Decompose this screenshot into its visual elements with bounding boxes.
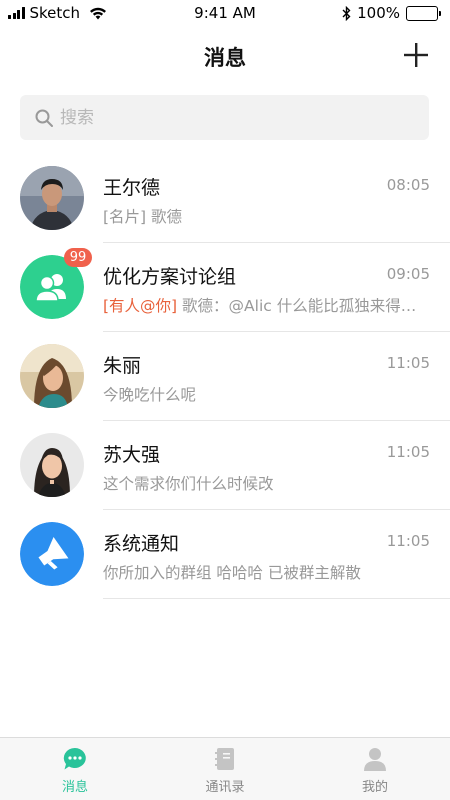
tab-label: 我的: [361, 780, 388, 795]
message-preview: 今晚吃什么呢: [103, 383, 423, 405]
nav-bar: 消息: [0, 30, 450, 82]
battery-percent: 100%: [357, 4, 400, 22]
message-time: 11:05: [386, 443, 430, 461]
message-time: 11:05: [386, 532, 430, 550]
message-preview-text: 今晚吃什么呢: [103, 386, 197, 404]
bluetooth-icon: [342, 5, 351, 21]
message-preview-text: [名片] 歌德: [103, 208, 183, 226]
conversation-row[interactable]: 王尔德 08:05 [名片] 歌德: [0, 154, 450, 243]
status-bar-right: 100%: [342, 4, 441, 22]
unread-badge: 99: [64, 248, 92, 267]
message-preview-text: 歌德：@Alic 什么能比孤独来得更…: [177, 297, 423, 315]
search-input[interactable]: [60, 107, 400, 128]
avatar: [20, 344, 84, 408]
contact-name: 优化方案讨论组: [103, 266, 237, 288]
message-preview: 你所加入的群组 哈哈哈 已被群主解散: [103, 561, 423, 583]
contact-name: 苏大强: [103, 444, 161, 466]
tab-label: 通讯录: [205, 780, 245, 795]
battery-icon: [406, 5, 441, 21]
person-icon: [364, 748, 386, 771]
message-preview: [名片] 歌德: [103, 205, 423, 227]
tab-label: 消息: [61, 780, 88, 795]
message-time: 09:05: [386, 265, 430, 283]
conversation-row[interactable]: 系统通知 11:05 你所加入的群组 哈哈哈 已被群主解散: [0, 510, 450, 599]
chat-bubble-icon: [63, 747, 86, 770]
conversation-list: 王尔德 08:05 [名片] 歌德 99 优化方案讨论组 09:05 [有人@你…: [0, 154, 450, 599]
contact-name: 系统通知: [103, 533, 180, 555]
page-title: 消息: [204, 46, 246, 70]
avatar: [20, 433, 84, 497]
contact-name: 王尔德: [103, 177, 161, 199]
tab-messages[interactable]: 消息: [0, 738, 150, 800]
conversation-row[interactable]: 苏大强 11:05 这个需求你们什么时候改: [0, 421, 450, 510]
search-bar[interactable]: [20, 95, 429, 140]
message-preview: 这个需求你们什么时候改: [103, 472, 423, 494]
tab-profile[interactable]: 我的: [300, 738, 450, 800]
tab-bar: 消息 通讯录 我的: [0, 737, 450, 800]
tab-contacts[interactable]: 通讯录: [150, 738, 300, 800]
message-time: 08:05: [386, 176, 430, 194]
avatar: [20, 522, 84, 586]
contacts-book-icon: [215, 748, 234, 770]
conversation-row[interactable]: 99 优化方案讨论组 09:05 [有人@你] 歌德：@Alic 什么能比孤独来…: [0, 243, 450, 332]
message-preview: [有人@你] 歌德：@Alic 什么能比孤独来得更…: [103, 294, 423, 316]
contact-name: 朱丽: [103, 355, 142, 377]
add-button[interactable]: [402, 41, 430, 69]
message-time: 11:05: [386, 354, 430, 372]
plus-icon: [404, 43, 428, 67]
message-preview-text: 你所加入的群组 哈哈哈 已被群主解散: [103, 564, 361, 582]
message-preview-text: 这个需求你们什么时候改: [103, 475, 274, 493]
avatar: [20, 166, 84, 230]
search-icon: [35, 109, 53, 127]
divider: [103, 598, 450, 599]
mention-tag: [有人@你]: [103, 297, 178, 315]
conversation-row[interactable]: 朱丽 11:05 今晚吃什么呢: [0, 332, 450, 421]
status-bar: Sketch 9:41 AM 100%: [0, 0, 450, 30]
